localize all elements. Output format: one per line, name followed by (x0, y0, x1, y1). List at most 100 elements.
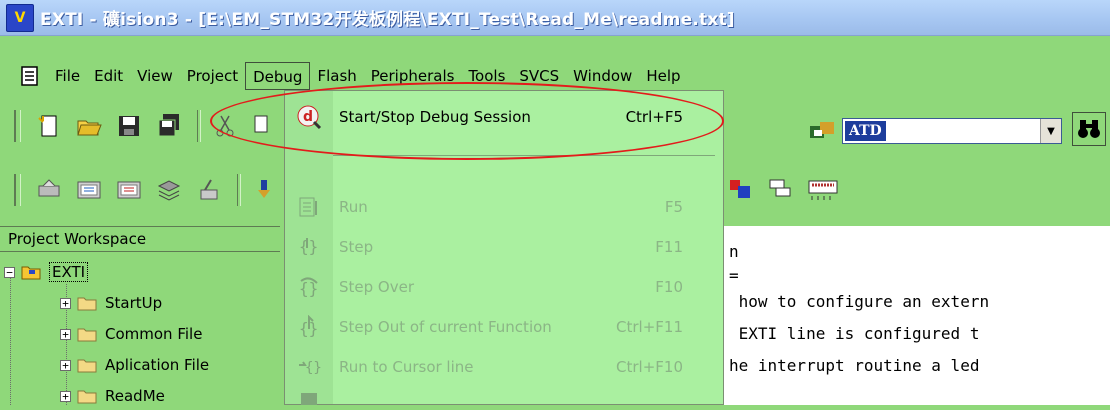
folder-icon (77, 359, 97, 373)
window-title: EXTI - 礦ision3 - [E:\EM_STM32开发板例程\EXTI_… (40, 10, 735, 30)
save-button[interactable] (111, 109, 147, 143)
tree-group-label[interactable]: ReadMe (105, 387, 165, 405)
menu-item-shortcut: F5 (664, 198, 683, 216)
menu-help[interactable]: Help (639, 62, 687, 90)
stop-build-button[interactable] (191, 173, 227, 207)
tree-group-label[interactable]: Aplication File (105, 356, 209, 374)
find-in-files-button[interactable] (1072, 112, 1106, 146)
tree-group-aplication-file[interactable]: + Aplication File (60, 351, 209, 379)
step-out-icon: {} (295, 313, 323, 341)
batch-build-button[interactable] (151, 173, 187, 207)
menu-svcs[interactable]: SVCS (512, 62, 566, 90)
menu-peripherals[interactable]: Peripherals (364, 62, 462, 90)
download-button[interactable] (247, 173, 283, 207)
run-to-cursor-icon: {} (295, 353, 323, 381)
menu-item-shortcut: Ctrl+F10 (616, 358, 683, 376)
toolbar-grip[interactable] (14, 174, 21, 206)
save-all-button[interactable] (151, 109, 187, 143)
expand-icon[interactable]: + (60, 359, 71, 371)
debug-session-icon: d (295, 103, 323, 131)
menu-item-step[interactable]: {} Step F11 (285, 227, 723, 267)
editor-line: EXTI line is configured t (729, 324, 980, 343)
file-toolbar (0, 104, 287, 148)
expand-icon[interactable]: + (60, 328, 71, 340)
uvision-app-icon[interactable]: V (6, 3, 34, 32)
batch-build-icon (157, 180, 181, 201)
editor-line: he interrupt routine a led (729, 356, 980, 375)
rebuild-button[interactable] (111, 173, 147, 207)
build-toolbar (0, 168, 287, 212)
new-file-button[interactable] (31, 109, 67, 143)
workspace-header: Project Workspace (0, 226, 280, 252)
load-icon (258, 180, 270, 198)
menu-window[interactable]: Window (566, 62, 639, 90)
cascade-windows-icon[interactable] (766, 176, 796, 204)
toolbar-grip[interactable] (14, 110, 21, 142)
menu-item-run-to-cursor[interactable]: {} Run to Cursor line Ctrl+F10 (285, 347, 723, 387)
save-icon (119, 116, 139, 136)
step-over-icon: {} (295, 273, 323, 301)
next-item-icon (301, 393, 317, 405)
menu-item-run[interactable]: Run F5 (285, 187, 723, 227)
open-file-button[interactable] (71, 109, 107, 143)
menu-item-label: Step Over (339, 278, 414, 296)
new-file-icon (38, 115, 57, 137)
binoculars-icon (1078, 120, 1100, 138)
menu-project[interactable]: Project (180, 62, 245, 90)
editor-pane[interactable]: n = how to configure an extern EXTI line… (722, 226, 1110, 405)
stop-build-icon (200, 179, 218, 200)
editor-line: n (729, 242, 739, 261)
chevron-down-icon[interactable]: ▼ (1040, 119, 1061, 143)
tree-group-label[interactable]: Common File (105, 325, 202, 343)
tree-root-exti[interactable]: − EXTI (4, 258, 89, 286)
svg-text:{}: {} (299, 237, 318, 256)
menu-item-shortcut: Ctrl+F11 (616, 318, 683, 336)
expand-icon[interactable]: + (60, 297, 71, 309)
debug-menu: d Start/Stop Debug Session Ctrl+F5 Run F… (284, 90, 724, 405)
open-folder-icon (77, 120, 102, 136)
build-button[interactable] (71, 173, 107, 207)
menu-item-label: Step Out of current Function (339, 318, 552, 336)
scissors-icon (216, 115, 234, 137)
folder-icon (77, 297, 97, 311)
translate-button[interactable] (31, 173, 67, 207)
folder-icon (77, 328, 97, 342)
project-tree[interactable]: − EXTI + StartUp + Common File + Aplicat… (0, 258, 280, 405)
toolbar-separator (237, 174, 241, 206)
target-select[interactable]: ATD ▼ (842, 118, 1062, 144)
menu-item-start-stop-debug[interactable]: d Start/Stop Debug Session Ctrl+F5 (285, 97, 723, 137)
rebuild-icon (117, 181, 141, 199)
translate-icon (38, 179, 60, 197)
memory-window-icon[interactable] (806, 176, 840, 204)
menu-item-label: Run to Cursor line (339, 358, 474, 376)
document-icon[interactable] (20, 66, 40, 86)
build-icon (77, 181, 101, 199)
expand-icon[interactable]: + (60, 390, 71, 402)
save-all-icon (158, 114, 179, 137)
svg-text:{}: {} (305, 360, 321, 376)
menu-tools[interactable]: Tools (461, 62, 512, 90)
menu-item-label: Run (339, 198, 368, 216)
collapse-icon[interactable]: − (4, 266, 15, 278)
tree-group-startup[interactable]: + StartUp (60, 289, 162, 317)
run-icon (295, 193, 323, 221)
target-select-value: ATD (845, 121, 886, 141)
cut-button[interactable] (207, 109, 243, 143)
target-options-icon[interactable] (808, 118, 836, 144)
menu-item-step-out[interactable]: {} Step Out of current Function Ctrl+F11 (285, 307, 723, 347)
menu-edit[interactable]: Edit (87, 62, 130, 90)
project-folder-icon (21, 266, 41, 280)
menu-debug[interactable]: Debug (245, 62, 311, 90)
tree-group-label[interactable]: StartUp (105, 294, 162, 312)
title-bar: V EXTI - 礦ision3 - [E:\EM_STM32开发板例程\EXT… (0, 0, 1110, 36)
tree-group-common-file[interactable]: + Common File (60, 320, 202, 348)
tree-root-label[interactable]: EXTI (49, 262, 89, 282)
menu-item-step-over[interactable]: {} Step Over F10 (285, 267, 723, 307)
window-layout-icon[interactable] (728, 176, 758, 204)
copy-button[interactable] (247, 109, 283, 143)
menu-bar: File Edit View Project Debug Flash Perip… (0, 60, 1110, 92)
menu-file[interactable]: File (48, 62, 87, 90)
menu-view[interactable]: View (130, 62, 180, 90)
tree-group-readme[interactable]: + ReadMe (60, 382, 165, 410)
menu-flash[interactable]: Flash (310, 62, 363, 90)
